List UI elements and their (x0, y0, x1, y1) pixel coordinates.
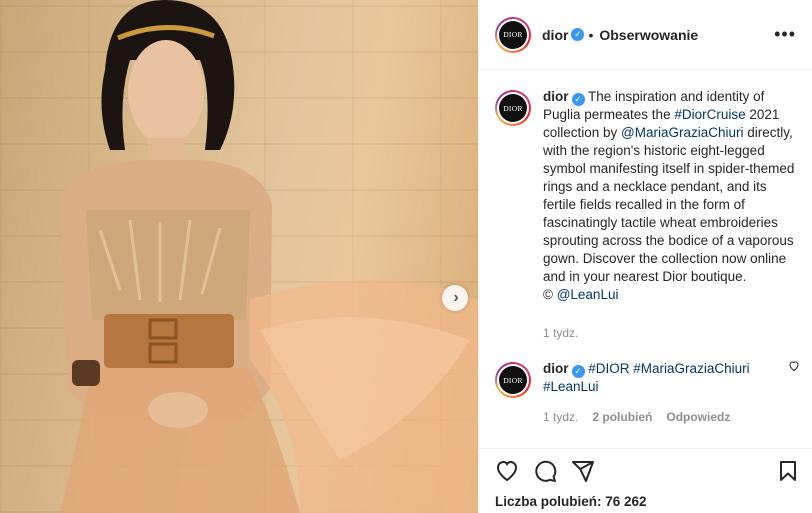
mention-link[interactable]: @MariaGraziaChiuri (621, 125, 743, 140)
comment-body: dior ✓ #DIOR #MariaGraziaChiuri #LeanLui … (543, 360, 750, 426)
post-actions: Liczba polubień: 76 262 (479, 448, 812, 513)
bookmark-icon[interactable] (776, 459, 800, 483)
header-username[interactable]: dior (542, 27, 568, 43)
caption: DIOR dior ✓ The inspiration and identity … (495, 88, 800, 342)
like-comment-heart-icon[interactable] (788, 360, 800, 372)
caption-body: dior ✓ The inspiration and identity of Pu… (543, 88, 800, 342)
post-image[interactable]: › (0, 0, 478, 513)
hashtag-link[interactable]: #DiorCruise (674, 107, 745, 122)
caption-meta: 1 tydz. (543, 324, 800, 342)
next-image-button[interactable]: › (442, 285, 468, 311)
hashtag-link[interactable]: #DIOR (588, 361, 629, 376)
caption-username[interactable]: dior (543, 89, 569, 104)
reply-button[interactable]: Odpowiedz (666, 408, 730, 426)
verified-badge-icon: ✓ (571, 93, 585, 106)
action-icons (495, 459, 800, 483)
likes-count[interactable]: Liczba polubień: 76 262 (495, 494, 647, 509)
following-button[interactable]: Obserwowanie (599, 27, 698, 43)
caption-text: dior ✓ The inspiration and identity of Pu… (543, 89, 795, 302)
credit-mention-link[interactable]: @LeanLui (557, 287, 619, 302)
comment-avatar[interactable]: DIOR (495, 362, 531, 398)
comment-text: dior ✓ #DIOR #MariaGraziaChiuri #LeanLui (543, 360, 750, 396)
dior-logo: DIOR (499, 94, 527, 122)
separator-dot: • (588, 26, 594, 43)
share-icon[interactable] (571, 459, 595, 483)
comments-section: DIOR dior ✓ The inspiration and identity … (479, 70, 812, 448)
more-options-icon[interactable]: ••• (774, 24, 796, 45)
dior-logo: DIOR (499, 20, 527, 49)
hashtag-link[interactable]: #LeanLui (543, 379, 599, 394)
comment-username[interactable]: dior (543, 361, 569, 376)
caption-timestamp[interactable]: 1 tydz. (543, 324, 578, 342)
model-illustration (60, 0, 478, 513)
post-sidebar: DIOR dior ✓ • Obserwowanie ••• DIOR dior… (478, 0, 812, 513)
hashtag-link[interactable]: #MariaGraziaChiuri (633, 361, 749, 376)
avatar[interactable]: DIOR (495, 16, 531, 53)
comment-timestamp[interactable]: 1 tydz. (543, 408, 578, 426)
verified-badge-icon: ✓ (571, 365, 585, 378)
caption-avatar[interactable]: DIOR (495, 90, 531, 126)
comment-meta: 1 tydz. 2 polubień Odpowiedz (543, 408, 750, 426)
dior-logo: DIOR (499, 366, 527, 394)
instagram-post: › DIOR dior ✓ • Obserwowanie ••• DIOR di… (0, 0, 812, 513)
heart-icon[interactable] (495, 459, 519, 483)
chevron-right-icon: › (453, 289, 459, 306)
comment-icon[interactable] (533, 459, 557, 483)
comment-likes[interactable]: 2 polubień (592, 408, 652, 426)
verified-badge-icon: ✓ (571, 28, 585, 41)
post-header: DIOR dior ✓ • Obserwowanie ••• (479, 0, 812, 70)
comment: DIOR dior ✓ #DIOR #MariaGraziaChiuri #Lea… (495, 360, 800, 426)
